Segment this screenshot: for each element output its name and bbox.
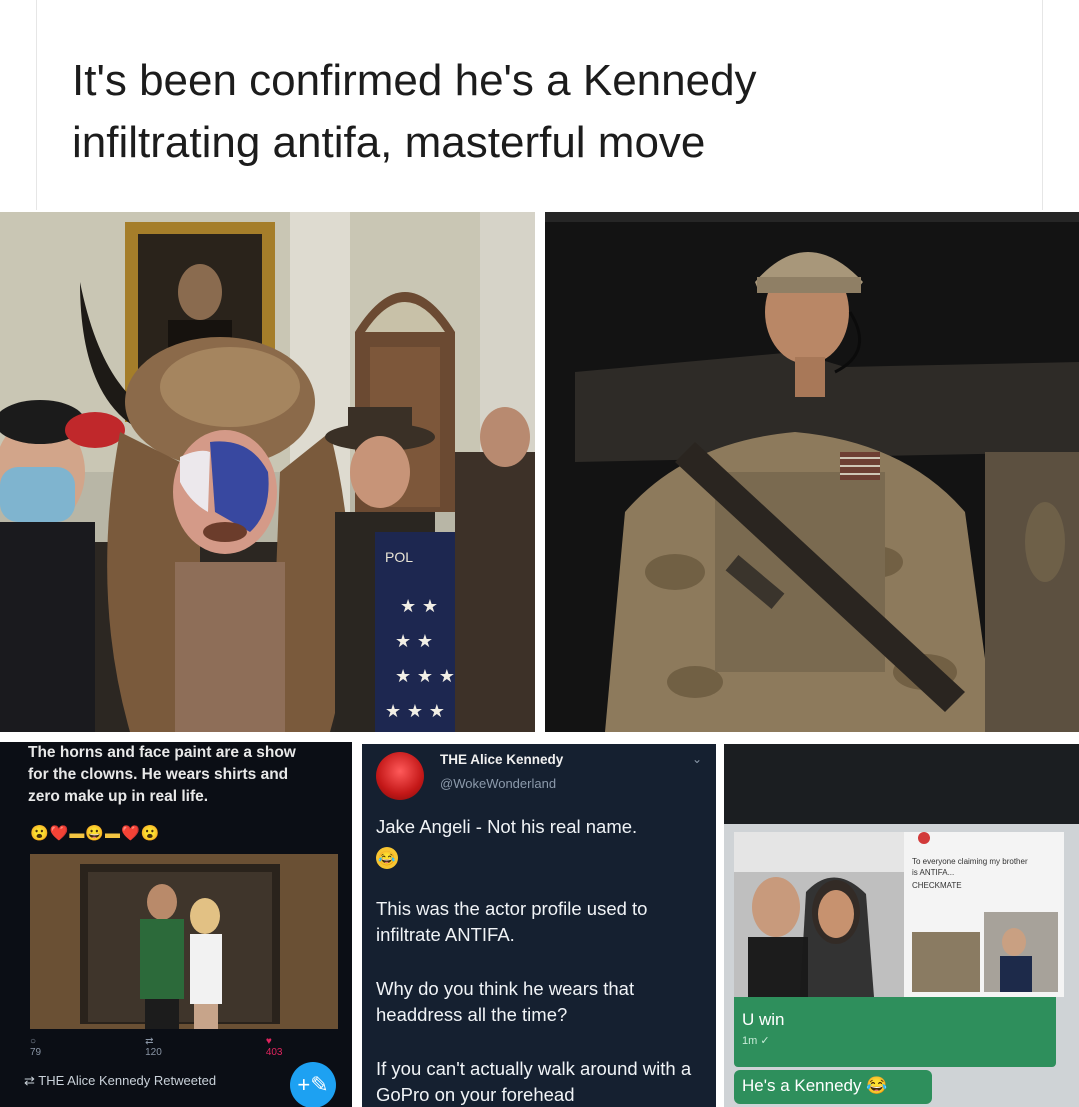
meme-caption: It's been confirmed he's a Kennedy infil… <box>72 50 972 174</box>
svg-text:★ ★: ★ ★ <box>400 596 438 617</box>
divider <box>36 0 37 210</box>
message-bubble[interactable]: U win 1m ✓ <box>734 997 1056 1067</box>
message-timestamp: 1m ✓ <box>742 1035 770 1047</box>
divider <box>1042 0 1043 210</box>
laughing-emoji-icon: 😂 <box>376 847 398 869</box>
image-caption-line: is ANTIFA... <box>912 868 955 877</box>
message-text: U win <box>742 1010 785 1029</box>
reply-count-value: 79 <box>30 1047 42 1058</box>
svg-text:★ ★ ★: ★ ★ ★ <box>395 666 455 687</box>
tweet-paragraph: If you can't actually walk around with a… <box>376 1058 692 1105</box>
caption-line-1: It's been confirmed he's a Kennedy <box>72 56 757 105</box>
message-text: He's a Kennedy 😂 <box>742 1076 888 1095</box>
tweet-paragraph: Jake Angeli - Not his real name. 😂 <box>376 814 706 870</box>
tweet-photo <box>30 854 338 1029</box>
compose-tweet-button[interactable]: +✎ <box>290 1062 336 1107</box>
retweet-count[interactable]: ⇄ 120 <box>145 1036 214 1058</box>
tweet-paragraph: Why do you think he wears that headdress… <box>376 978 635 1025</box>
retweeted-by-label: THE Alice Kennedy Retweeted <box>38 1073 217 1088</box>
like-count[interactable]: ♥ 403 <box>266 1036 335 1058</box>
caption-line-2: infiltrating antifa, masterful move <box>72 118 706 167</box>
tweet-text: The horns and face paint are a show for … <box>28 742 348 808</box>
tweet-stats: ○ 79 ⇄ 120 ♥ 403 ⇧ <box>30 1036 310 1058</box>
caption-header: It's been confirmed he's a Kennedy infil… <box>0 0 1079 210</box>
tweet-dark-panel: THE Alice Kennedy @WokeWonderland ⌄ Jake… <box>362 744 716 1107</box>
svg-text:★ ★ ★: ★ ★ ★ <box>385 701 445 722</box>
tweet-text-line: for the clowns. He wears shirts and <box>28 766 289 783</box>
svg-text:★ ★: ★ ★ <box>395 631 433 652</box>
chevron-down-icon[interactable]: ⌄ <box>692 752 702 766</box>
message-bubble[interactable]: He's a Kennedy 😂 <box>734 1070 932 1104</box>
image-caption-line: CHECKMATE <box>912 881 962 890</box>
tweet-paragraph: This was the actor profile used to infil… <box>376 898 648 945</box>
retweet-count-value: 120 <box>145 1047 162 1058</box>
image-caption-text: To everyone claiming my brother is ANTIF… <box>912 856 1062 891</box>
photo-horned-man: POL ★ ★ ★ ★ ★ ★ ★ ★ ★ ★ <box>0 212 535 732</box>
flag-text: POL <box>385 549 413 565</box>
tweet-text-line: zero make up in real life. <box>28 788 209 805</box>
emoji-row: 😮❤️▬😀▬❤️😮 <box>30 825 161 842</box>
retweeted-by: ⇄ THE Alice Kennedy Retweeted <box>24 1073 216 1089</box>
image-caption-line: To everyone claiming my brother <box>912 857 1028 866</box>
reply-count[interactable]: ○ 79 <box>30 1036 93 1058</box>
avatar[interactable] <box>376 752 424 800</box>
messages-header <box>724 744 1079 824</box>
photo-soldier <box>545 212 1079 732</box>
tweet-screenshot-panel: The horns and face paint are a show for … <box>0 742 352 1107</box>
tweet-text-line: The horns and face paint are a show <box>28 744 296 761</box>
account-name[interactable]: THE Alice Kennedy <box>440 752 563 767</box>
account-handle[interactable]: @WokeWonderland <box>440 776 556 791</box>
text-message-panel: To everyone claiming my brother is ANTIF… <box>724 744 1079 1107</box>
delivered-icon: ✓ <box>760 1035 770 1047</box>
retweet-icon: ⇄ <box>24 1073 39 1088</box>
tweet-paragraph-text: Jake Angeli - Not his real name. <box>376 816 638 837</box>
like-count-value: 403 <box>265 1047 283 1058</box>
